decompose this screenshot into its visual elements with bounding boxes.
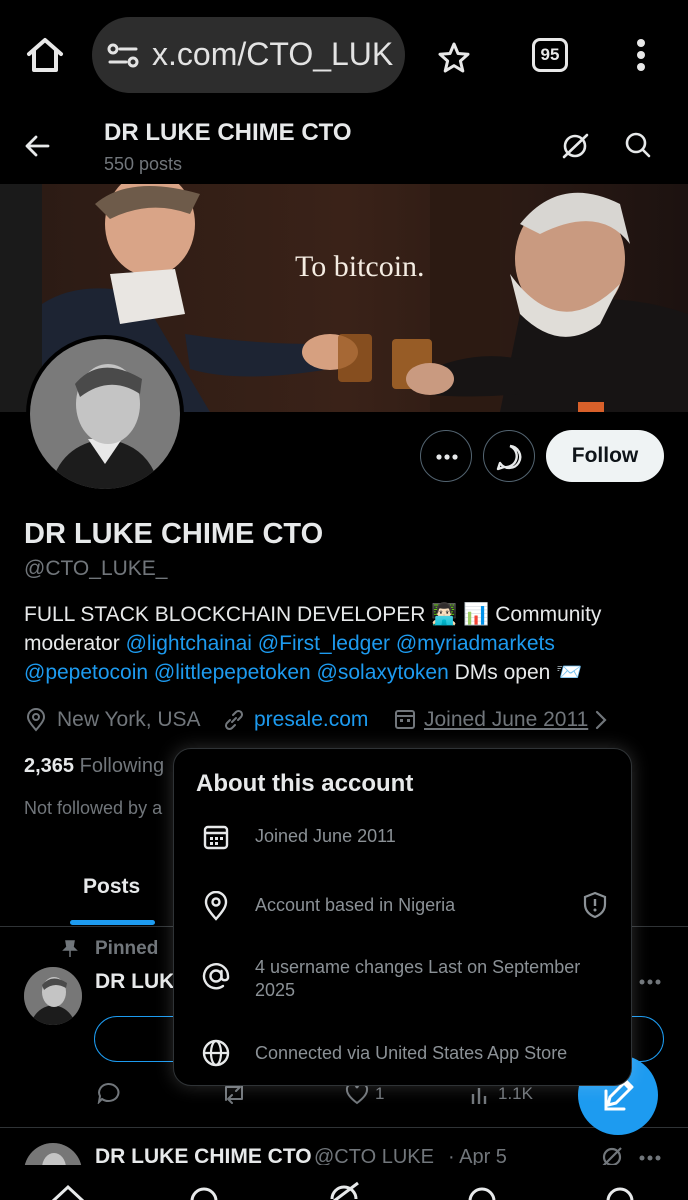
following-count: 2,365 (24, 755, 75, 777)
post-avatar[interactable] (24, 967, 82, 1025)
url-text: x.com/CTO_LUK (152, 36, 394, 72)
follow-button[interactable]: Follow (546, 430, 664, 482)
profile-bio: FULL STACK BLOCKCHAIN DEVELOPER 👨🏻‍💻 📊 C… (24, 600, 664, 687)
chevron-right-icon[interactable] (594, 710, 608, 730)
active-tab-indicator (70, 920, 155, 925)
post-author[interactable]: DR LUK (95, 970, 174, 994)
search-icon[interactable] (624, 131, 652, 159)
mention-link[interactable]: @myriadmarkets (396, 632, 555, 655)
nav-search-icon[interactable] (186, 1183, 222, 1200)
back-arrow-icon[interactable] (24, 133, 50, 159)
profile-display-name: DR LUKE CHIME CTO (24, 518, 324, 550)
nav-home-icon[interactable] (50, 1183, 86, 1200)
like-icon[interactable] (345, 1083, 369, 1105)
site-settings-icon[interactable] (106, 41, 140, 71)
nav-grok-icon[interactable] (326, 1181, 362, 1200)
browser-menu-icon[interactable] (635, 38, 647, 72)
mention-link[interactable]: @lightchainai (126, 632, 252, 655)
reply-icon[interactable] (96, 1082, 120, 1104)
like-count: 1 (375, 1084, 385, 1103)
pinned-label: Pinned (95, 938, 159, 959)
about-connected-text: Connected via United States App Store (255, 1043, 568, 1063)
nav-communities-icon[interactable] (464, 1183, 500, 1200)
views-icon[interactable] (470, 1084, 492, 1104)
bio-line-1: FULL STACK BLOCKCHAIN DEVELOPER 👨🏻‍💻 📊 C… (24, 603, 602, 626)
mention-link[interactable]: @pepetocoin (24, 661, 148, 684)
grok-chat-button[interactable] (483, 430, 535, 482)
at-sign-icon (201, 961, 231, 991)
about-location-text: Account based in Nigeria (255, 895, 456, 915)
views-count: 1.1K (498, 1084, 533, 1103)
link-icon (222, 708, 246, 732)
bio-text: DMs open 📨 (454, 661, 583, 684)
banner-caption: To bitcoin. (295, 250, 425, 283)
mention-link[interactable]: @solaxytoken (317, 661, 449, 684)
address-bar[interactable]: x.com/CTO_LUK (92, 17, 405, 93)
globe-icon (201, 1038, 231, 1068)
pin-icon (62, 939, 78, 959)
profile-website-link[interactable]: presale.com (254, 708, 368, 732)
following-stat[interactable]: 2,365 Following (24, 755, 164, 778)
calendar-icon (394, 708, 416, 730)
about-username-changes-text: 4 username changes Last on September 202… (255, 957, 581, 1000)
location-pin-icon (202, 891, 230, 921)
profile-avatar[interactable] (26, 335, 184, 493)
profile-header-title: DR LUKE CHIME CTO (104, 119, 352, 146)
tab-switcher-button[interactable]: 95 (532, 38, 568, 72)
more-options-button[interactable] (420, 430, 472, 482)
bookmark-star-icon[interactable] (437, 41, 471, 73)
nav-notifications-icon[interactable] (602, 1183, 638, 1200)
browser-toolbar: x.com/CTO_LUK 95 (0, 0, 688, 112)
not-followed-notice: Not followed by a (24, 798, 163, 818)
following-label: Following (79, 755, 165, 777)
popover-title: About this account (196, 770, 414, 797)
about-joined-text: Joined June 2011 (255, 826, 396, 846)
tab-posts[interactable]: Posts (83, 875, 140, 899)
home-icon[interactable] (25, 36, 65, 74)
profile-location: New York, USA (57, 708, 201, 731)
profile-posts-count: 550 posts (104, 154, 183, 174)
bio-text: moderator (24, 632, 120, 655)
mention-link[interactable]: @First_ledger (258, 632, 390, 655)
post-more-icon[interactable] (638, 1154, 662, 1162)
shield-alert-icon[interactable] (582, 891, 608, 919)
post-more-icon[interactable] (638, 978, 662, 986)
profile-joined-date[interactable]: Joined June 2011 (424, 708, 588, 732)
location-pin-icon (25, 708, 47, 732)
profile-handle: @CTO_LUKE_ (24, 557, 168, 580)
about-account-popover: About this account Joined June 2011 Acco… (173, 748, 632, 1086)
bottom-navigation (0, 1165, 688, 1200)
mention-link[interactable]: @littlepepetoken (154, 661, 311, 684)
calendar-icon (202, 823, 230, 851)
grok-icon[interactable] (560, 131, 590, 161)
tab-count: 95 (540, 45, 560, 64)
